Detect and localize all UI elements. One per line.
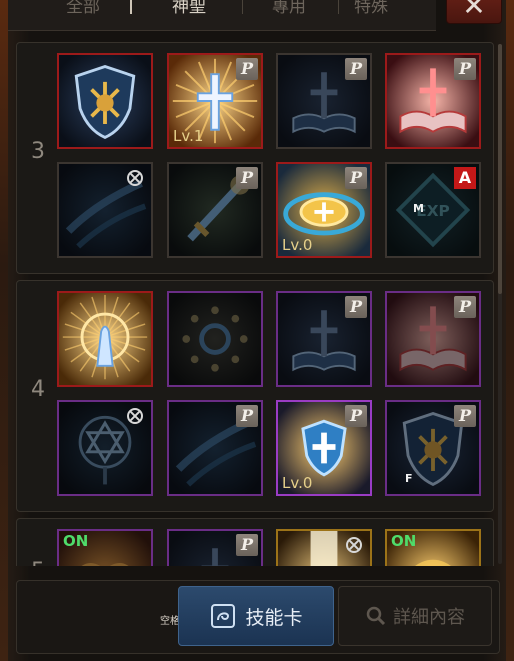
tab-special[interactable]: 特殊 [328, 0, 414, 20]
skill-slot[interactable]: P [385, 291, 481, 387]
spacebar-hint: 空格 [160, 616, 180, 627]
passive-badge: P [345, 167, 367, 189]
skill-slot[interactable] [57, 400, 153, 496]
skill-level-label: Lv.0 [282, 474, 313, 492]
skill-slot[interactable]: P [385, 53, 481, 149]
skill-level-label: Lv.1 [173, 127, 204, 145]
unavailable-icon [127, 170, 143, 186]
skill-slot[interactable]: P Lv.1 [167, 53, 263, 149]
skill-slot[interactable]: P [167, 529, 263, 566]
locked-overlay [169, 293, 261, 385]
passive-badge: P [454, 296, 476, 318]
skill-slot[interactable]: P [167, 400, 263, 496]
skill-slot[interactable] [57, 53, 153, 149]
tab-exclusive[interactable]: 專用 [246, 0, 332, 20]
unavailable-icon [346, 537, 362, 553]
skill-slot[interactable]: ON [385, 529, 481, 566]
window-edge-left [0, 0, 8, 661]
skill-slot[interactable]: PF [385, 400, 481, 496]
unavailable-icon [127, 408, 143, 424]
skill-slot[interactable]: P [276, 53, 372, 149]
passive-badge: P [454, 58, 476, 80]
passive-badge: P [236, 167, 258, 189]
passive-badge: P [236, 534, 258, 556]
skill-tier-number: 3 [31, 139, 45, 164]
praying-hands-icon [59, 293, 151, 385]
passive-badge: P [345, 58, 367, 80]
skill-group-3: 3PLv.1PPPPLv.0EXPAM [16, 42, 494, 274]
hotkey-label: M [413, 202, 424, 215]
passive-badge: P [454, 405, 476, 427]
skill-group-5: 5 ON P ON [16, 518, 494, 566]
scrollbar-thumb[interactable] [498, 44, 502, 294]
skill-level-label: Lv.0 [282, 236, 313, 254]
close-icon: ✕ [462, 0, 486, 22]
category-tab-bar: 全部 神聖 專用 特殊 [8, 0, 436, 31]
skill-card-icon [211, 604, 236, 628]
active-badge: A [454, 167, 476, 189]
toggle-on-label: ON [63, 532, 89, 550]
skill-tier-number: 5 [31, 559, 45, 566]
tab-divider [242, 0, 243, 14]
skill-slot[interactable]: P Lv.0 [276, 400, 372, 496]
tab-divider [130, 0, 132, 14]
tab-holy[interactable]: 神聖 [146, 0, 232, 20]
details-label: 詳細內容 [393, 607, 465, 628]
passive-badge: P [345, 296, 367, 318]
skill-slot[interactable] [57, 162, 153, 258]
toggle-on-label: ON [391, 532, 417, 550]
passive-badge: P [236, 405, 258, 427]
details-button[interactable]: 詳細內容 [338, 586, 492, 646]
skill-group-4: 4 P P P P Lv.0 P F [16, 280, 494, 512]
skill-tier-number: 4 [31, 377, 45, 402]
close-button[interactable]: ✕ [446, 0, 502, 24]
skill-slot[interactable] [276, 529, 372, 566]
skill-card-label: 技能卡 [245, 606, 303, 629]
window-edge-right [506, 0, 514, 661]
magnifier-icon [366, 606, 386, 626]
skill-slot[interactable]: P [276, 291, 372, 387]
skill-slot[interactable] [57, 291, 153, 387]
skill-slot[interactable] [167, 291, 263, 387]
skill-list[interactable]: 3PLv.1PPPPLv.0EXPAM4PPPPLv.0PF5ONPON [16, 42, 496, 566]
hotkey-label: F [405, 472, 413, 485]
skill-slot[interactable]: EXPAM [385, 162, 481, 258]
skill-slot[interactable]: P Lv.0 [276, 162, 372, 258]
passive-badge: P [345, 405, 367, 427]
passive-badge: P [236, 58, 258, 80]
skill-slot[interactable]: ON [57, 529, 153, 566]
skill-card-button[interactable]: 技能卡 [178, 586, 334, 646]
holy-crest-shield-icon [59, 55, 151, 147]
skill-slot[interactable]: P [167, 162, 263, 258]
tab-all[interactable]: 全部 [40, 0, 126, 20]
